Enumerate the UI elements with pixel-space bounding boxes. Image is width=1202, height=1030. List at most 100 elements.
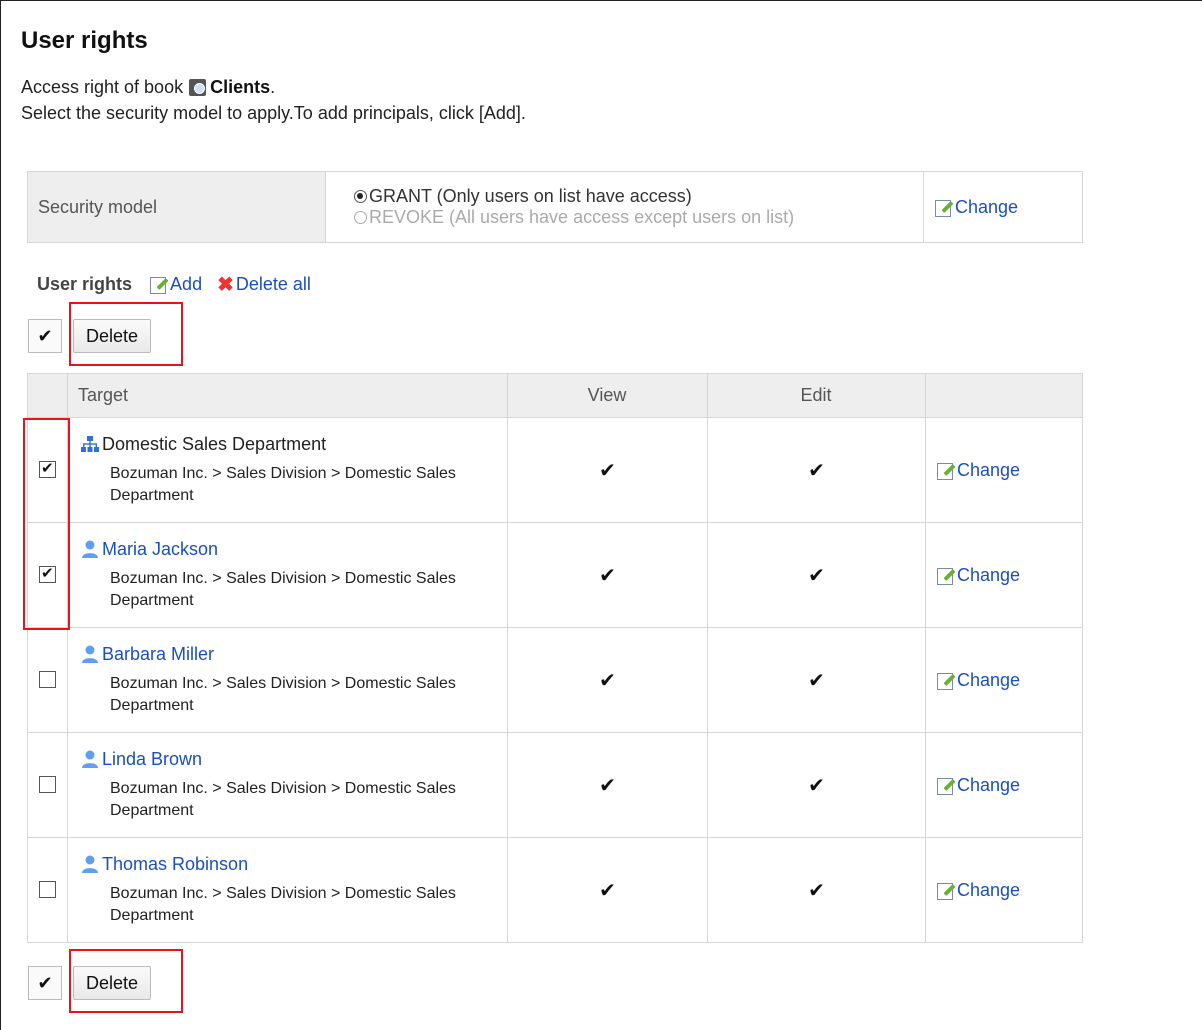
target-cell: Domestic Sales Department Bozuman Inc. >…: [67, 417, 508, 523]
target-path: Bozuman Inc. > Sales Division > Domestic…: [110, 674, 456, 714]
row-checkbox[interactable]: [39, 776, 56, 794]
intro-text: Access right of book Clients. Select the …: [21, 74, 526, 126]
target-path: Bozuman Inc. > Sales Division > Domestic…: [110, 884, 456, 924]
delete-button[interactable]: Delete: [73, 319, 152, 353]
view-cell: ✔: [507, 837, 708, 943]
row-change-label: Change: [957, 564, 1021, 585]
row-change-label: Change: [957, 774, 1021, 795]
target-cell: Thomas Robinson Bozuman Inc. > Sales Div…: [67, 837, 508, 943]
user-name-link[interactable]: Barbara Miller: [102, 644, 214, 665]
row-change-label: Change: [957, 669, 1021, 690]
bottom-action-bar: ✔ Delete: [28, 965, 152, 1001]
edit-cell: ✔: [707, 732, 926, 838]
edit-check-icon: ✔: [808, 564, 825, 587]
user-name-link[interactable]: Thomas Robinson: [102, 854, 248, 875]
view-cell: ✔: [507, 417, 708, 523]
page-title: User rights: [21, 27, 148, 54]
red-x-icon: ✖: [217, 274, 234, 296]
page-frame: User rights Access right of book Clients.…: [0, 0, 1202, 1030]
row-check-cell: [27, 732, 68, 838]
check-all-button[interactable]: ✔: [28, 966, 62, 1000]
edit-note-icon: [936, 881, 956, 900]
edit-check-icon: ✔: [808, 774, 825, 797]
row-change-link[interactable]: Change: [936, 565, 1020, 585]
org-chart-icon: [81, 436, 99, 452]
edit-note-icon: [936, 566, 956, 585]
delete-button[interactable]: Delete: [73, 966, 152, 1000]
row-change-label: Change: [957, 459, 1021, 480]
edit-cell: ✔: [707, 837, 926, 943]
target-name: Barbara Miller: [80, 644, 506, 665]
grant-label: GRANT (Only users on list have access): [369, 186, 692, 206]
add-label: Add: [170, 274, 203, 294]
target-path: Bozuman Inc. > Sales Division > Domestic…: [110, 779, 456, 819]
user-name-link[interactable]: Linda Brown: [102, 749, 202, 770]
org-name: Domestic Sales Department: [102, 433, 327, 454]
address-book-icon: [189, 79, 207, 96]
view-check-icon: ✔: [599, 879, 616, 902]
change-cell: Change: [925, 732, 1083, 838]
change-cell: Change: [925, 417, 1083, 523]
check-all-button[interactable]: ✔: [28, 319, 62, 353]
user-icon: [82, 645, 98, 663]
row-checkbox[interactable]: [39, 671, 56, 689]
revoke-radio: [354, 211, 367, 224]
table-header-row: Target View Edit: [27, 373, 1083, 418]
grant-radio: [354, 190, 367, 203]
edit-check-icon: ✔: [808, 459, 825, 482]
row-check-cell: [27, 417, 68, 523]
security-change-cell: Change: [923, 171, 1083, 243]
edit-cell: ✔: [707, 627, 926, 733]
top-action-bar: ✔ Delete: [28, 318, 152, 354]
edit-note-icon: [936, 461, 956, 480]
view-check-icon: ✔: [599, 774, 616, 797]
edit-note-icon: [936, 671, 956, 690]
header-edit: Edit: [707, 373, 926, 418]
change-cell: Change: [925, 837, 1083, 943]
header-target: Target: [67, 373, 508, 418]
user-icon: [82, 540, 98, 558]
user-rights-table: Target View Edit ✔ Domestic Sales Depart…: [27, 373, 1083, 943]
intro-prefix: Access right of book: [21, 77, 184, 97]
add-link[interactable]: Add: [149, 274, 202, 294]
access-line: Access right of book Clients.: [21, 74, 526, 100]
instruction-text: Select the security model to apply.To ad…: [21, 103, 526, 123]
edit-note-icon: [149, 275, 169, 294]
row-change-link[interactable]: Change: [936, 670, 1020, 690]
row-change-link[interactable]: Change: [936, 460, 1020, 480]
security-option-revoke: REVOKE (All users have access except use…: [354, 207, 922, 228]
change-cell: Change: [925, 522, 1083, 628]
row-change-link[interactable]: Change: [936, 775, 1020, 795]
revoke-label: REVOKE (All users have access except use…: [369, 207, 795, 227]
table-row: Thomas Robinson Bozuman Inc. > Sales Div…: [27, 837, 1083, 943]
row-checkbox[interactable]: [39, 564, 56, 584]
row-change-link[interactable]: Change: [936, 880, 1020, 900]
target-name: Thomas Robinson: [80, 854, 506, 875]
header-check-col: [27, 373, 68, 418]
user-icon: [82, 750, 98, 768]
security-model-options: GRANT (Only users on list have access) R…: [325, 171, 924, 243]
delete-all-link[interactable]: ✖ Delete all: [207, 274, 311, 296]
header-view: View: [507, 373, 708, 418]
view-cell: ✔: [507, 732, 708, 838]
table-row: Linda Brown Bozuman Inc. > Sales Divisio…: [27, 732, 1083, 838]
intro-suffix: .: [270, 77, 276, 97]
edit-cell: ✔: [707, 417, 926, 523]
security-change-label: Change: [955, 196, 1019, 217]
target-path: Bozuman Inc. > Sales Division > Domestic…: [110, 464, 456, 504]
row-checkbox[interactable]: [39, 881, 56, 899]
view-check-icon: ✔: [599, 564, 616, 587]
row-checkbox[interactable]: [39, 459, 56, 479]
user-name-link[interactable]: Maria Jackson: [102, 539, 218, 560]
security-change-link[interactable]: Change: [934, 197, 1018, 217]
edit-note-icon: [934, 198, 954, 217]
row-check-cell: [27, 837, 68, 943]
security-model-label: Security model: [27, 171, 326, 243]
edit-cell: ✔: [707, 522, 926, 628]
target-cell: Maria Jackson Bozuman Inc. > Sales Divis…: [67, 522, 508, 628]
table-row: Maria Jackson Bozuman Inc. > Sales Divis…: [27, 522, 1083, 628]
security-model-table: Security model GRANT (Only users on list…: [27, 171, 1083, 243]
delete-all-label: Delete all: [235, 274, 311, 294]
view-cell: ✔: [507, 522, 708, 628]
edit-check-icon: ✔: [808, 879, 825, 902]
